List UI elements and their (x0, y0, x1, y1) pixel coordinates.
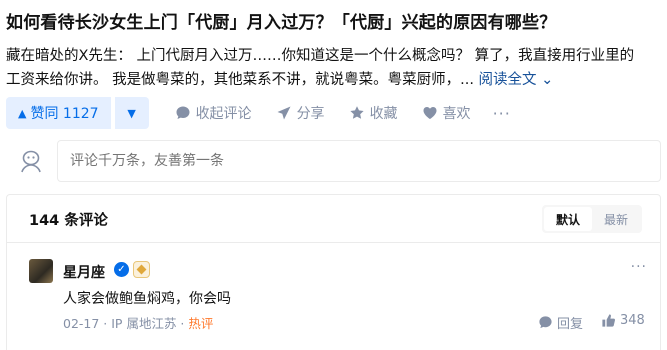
excerpt-line-2: 工资来给你讲。 我是做粤菜的，其他菜系不讲，就说粤菜。粤菜厨师，... (6, 72, 474, 88)
comments-header: 144 条评论 默认 最新 (7, 195, 660, 243)
sort-default-tab[interactable]: 默认 (543, 207, 592, 231)
comment-like-button[interactable]: 348 (601, 313, 645, 328)
collapse-comments-button[interactable]: 收起评论 (175, 103, 252, 123)
member-badge-icon (133, 261, 150, 278)
chevron-down-icon: ⌄ (541, 72, 554, 88)
star-icon (349, 106, 364, 119)
favorite-button[interactable]: 收藏 (349, 103, 398, 123)
sort-latest-tab[interactable]: 最新 (592, 207, 640, 231)
answer-action-bar: ▲ 赞同 1127 ▼ 收起评论 分享 收藏 喜欢 ··· (6, 97, 511, 129)
reply-button[interactable]: 回复 (538, 313, 583, 332)
comment-bubble-icon (539, 316, 552, 329)
avatar[interactable] (29, 259, 53, 283)
user-avatar-icon (21, 150, 41, 173)
thumbs-up-icon (602, 314, 616, 327)
read-more-link[interactable]: 阅读全文 ⌄ (479, 72, 554, 88)
hot-comment-tag: 热评 (188, 316, 214, 331)
heart-icon (423, 107, 437, 119)
vote-up-button[interactable]: ▲ 赞同 1127 (6, 97, 111, 129)
comment-location: IP 属地江苏 (111, 316, 177, 331)
comment-more-icon[interactable]: ··· (631, 259, 647, 275)
comment-meta: 02-17 · IP 属地江苏 · 热评 (63, 316, 214, 331)
answer-excerpt[interactable]: 藏在暗处的X先生： 上门代厨月入过万……你知道这是一个什么概念吗？ 算了，我直接… (6, 44, 661, 92)
comment-date: 02-17 (63, 316, 100, 331)
answer-author[interactable]: 藏在暗处的X先生： (6, 48, 132, 64)
like-button[interactable]: 喜欢 (422, 103, 471, 123)
verified-icon: ✓ (114, 262, 129, 277)
comment-text: 人家会做鲍鱼焖鸡，你会吗 (63, 291, 231, 307)
comment-bubble-icon (176, 106, 190, 119)
comment-box (6, 140, 661, 182)
vote-down-button[interactable]: ▼ (114, 97, 149, 129)
more-options-icon[interactable]: ··· (493, 104, 511, 123)
vote-up-label: 赞同 1127 (30, 106, 99, 122)
comment-sort-toggle: 默认 最新 (541, 205, 642, 233)
question-title[interactable]: 如何看待长沙女生上门「代厨」月入过万？「代厨」兴起的原因有哪些？ (6, 8, 556, 33)
triangle-up-icon: ▲ (18, 106, 27, 120)
comments-panel: 144 条评论 默认 最新 星月座 ✓ ··· 人家会做鲍鱼焖鸡，你会吗 02-… (6, 194, 661, 350)
comment-author-name[interactable]: 星月座 (63, 262, 105, 282)
paper-plane-icon (277, 106, 291, 120)
share-button[interactable]: 分享 (276, 103, 325, 123)
comment-input[interactable] (57, 140, 661, 182)
comment-count: 144 条评论 (29, 213, 108, 229)
excerpt-line-1: 上门代厨月入过万……你知道这是一个什么概念吗？ 算了，我直接用行业里的 (136, 48, 635, 64)
